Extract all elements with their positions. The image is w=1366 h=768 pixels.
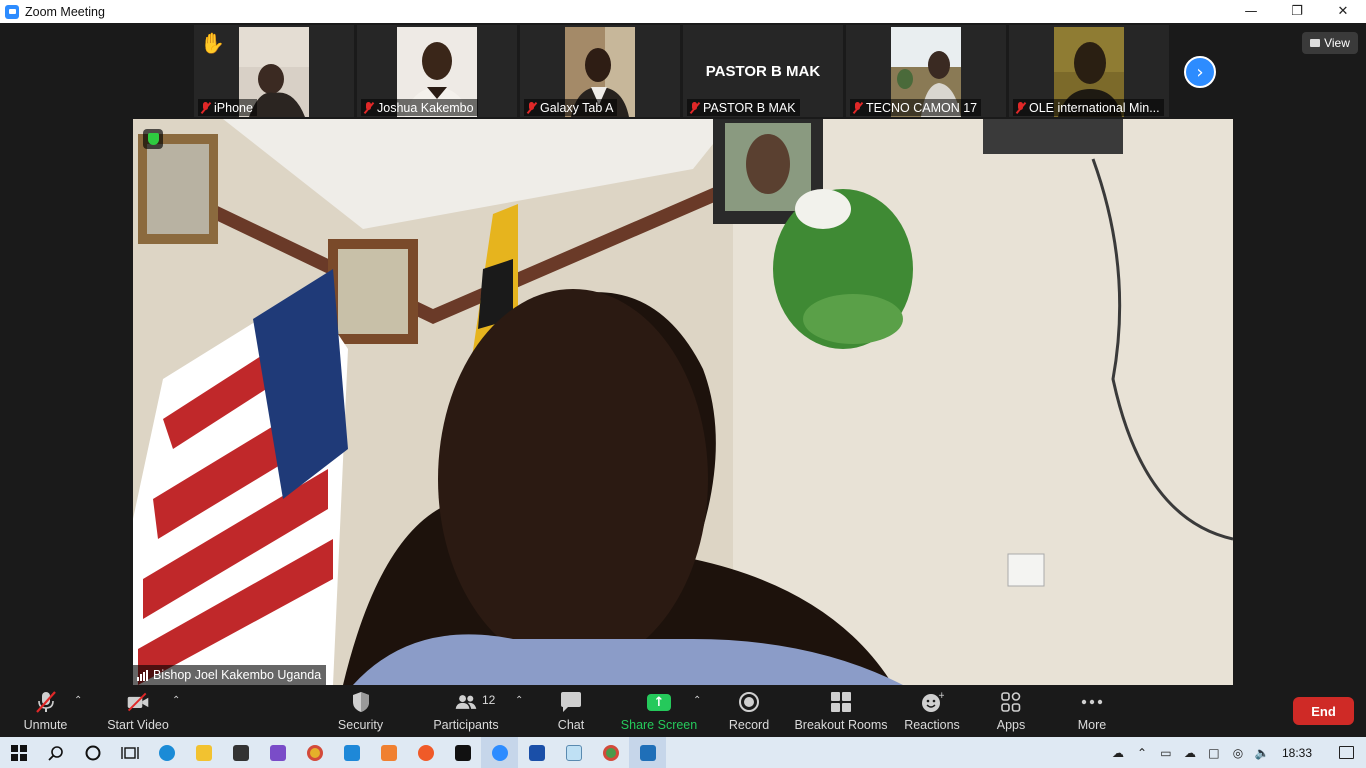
participant-name: Galaxy Tab A xyxy=(540,100,614,115)
mic-muted-icon xyxy=(34,691,58,713)
mic-muted-icon xyxy=(363,101,373,114)
edge-icon[interactable] xyxy=(148,737,185,768)
connection-signal-icon xyxy=(137,669,148,681)
photoshop-icon[interactable] xyxy=(444,737,481,768)
participant-name: TECNO CAMON 17 xyxy=(866,100,978,115)
orange-circle-app-icon[interactable] xyxy=(407,737,444,768)
show-hidden-icons-chevron-icon[interactable]: ⌃ xyxy=(1130,737,1154,768)
video-options-chevron-icon[interactable]: ⌃ xyxy=(172,695,180,706)
store-icon[interactable] xyxy=(222,737,259,768)
clock[interactable]: 18:33 xyxy=(1274,746,1326,760)
participant-tile[interactable]: OLE international Min... xyxy=(1009,25,1169,117)
apps-icon xyxy=(999,691,1023,713)
file-explorer-icon[interactable] xyxy=(185,737,222,768)
mic-muted-icon xyxy=(200,101,210,114)
usb-icon[interactable]: □ xyxy=(1202,737,1226,768)
more-button[interactable]: More xyxy=(1076,687,1108,737)
onedrive-icon[interactable]: ☁ xyxy=(1178,737,1202,768)
raised-hand-icon: ✋ xyxy=(200,31,225,55)
participant-tile[interactable]: TECNO CAMON 17 xyxy=(846,25,1006,117)
meeting-area: ✋ iPhone Joshua Kakembo Galaxy Tab A PAS… xyxy=(0,23,1366,687)
breakout-rooms-button[interactable]: Breakout Rooms xyxy=(794,687,888,737)
participant-display-name: PASTOR B MAK xyxy=(705,63,821,80)
share-options-chevron-icon[interactable]: ⌃ xyxy=(693,695,701,706)
grid-icon xyxy=(1310,39,1321,47)
more-dots-icon xyxy=(1080,691,1104,713)
windows-taskbar: ☁ ⌃ ▭ ☁ □ ◎ 🔈 18:33 xyxy=(0,737,1366,768)
end-meeting-button[interactable]: End xyxy=(1293,697,1354,725)
start-video-button[interactable]: Start Video xyxy=(107,687,169,737)
speaker-name: Bishop Joel Kakembo Uganda xyxy=(153,668,322,682)
chrome-icon[interactable] xyxy=(296,737,333,768)
mic-muted-icon xyxy=(689,101,699,114)
chrome-2-icon[interactable] xyxy=(592,737,629,768)
system-tray: ☁ ⌃ ▭ ☁ □ ◎ 🔈 18:33 xyxy=(1106,737,1366,768)
shield-icon xyxy=(349,691,373,713)
zoom-taskbar-icon[interactable] xyxy=(481,737,518,768)
mic-muted-icon xyxy=(852,101,862,114)
mic-muted-icon xyxy=(526,101,536,114)
next-page-button[interactable]: › xyxy=(1184,56,1216,88)
reactions-button[interactable]: + Reactions xyxy=(904,687,960,737)
zoom-app-icon xyxy=(5,4,19,19)
svg-text:+: + xyxy=(938,691,944,701)
title-bar: Zoom Meeting — ❐ ✕ xyxy=(0,0,1366,23)
participant-tile[interactable]: ✋ iPhone xyxy=(194,25,354,117)
wifi-icon[interactable]: ◎ xyxy=(1226,737,1250,768)
battery-icon[interactable]: ▭ xyxy=(1154,737,1178,768)
close-button[interactable]: ✕ xyxy=(1320,0,1366,23)
blue-app-icon[interactable] xyxy=(518,737,555,768)
restore-button[interactable]: ❐ xyxy=(1274,0,1320,23)
search-icon[interactable] xyxy=(37,737,74,768)
visual-studio-icon[interactable] xyxy=(259,737,296,768)
participant-strip: ✋ iPhone Joshua Kakembo Galaxy Tab A PAS… xyxy=(194,25,1169,117)
notification-center-icon[interactable] xyxy=(1326,746,1366,759)
record-icon xyxy=(737,691,761,713)
chat-button[interactable]: Chat xyxy=(556,687,586,737)
orange-app-icon[interactable] xyxy=(370,737,407,768)
volume-icon[interactable]: 🔈 xyxy=(1250,737,1274,768)
cortana-icon[interactable] xyxy=(74,737,111,768)
breakout-rooms-icon xyxy=(829,691,853,713)
participants-count: 12 xyxy=(482,693,496,707)
participants-icon xyxy=(454,691,478,713)
share-screen-icon: ↑ xyxy=(647,691,671,713)
task-view-icon[interactable] xyxy=(111,737,148,768)
participant-name: PASTOR B MAK xyxy=(703,100,796,115)
weather-icon[interactable]: ☁ xyxy=(1106,737,1130,768)
audio-options-chevron-icon[interactable]: ⌃ xyxy=(74,695,82,706)
windows-start-icon[interactable] xyxy=(0,737,37,768)
participant-name: Joshua Kakembo xyxy=(377,100,474,115)
active-speaker-video[interactable]: Bishop Joel Kakembo Uganda xyxy=(133,119,1233,685)
view-button[interactable]: View xyxy=(1302,32,1358,54)
encryption-shield-icon[interactable] xyxy=(143,129,163,149)
meeting-toolbar: Unmute ⌃ Start Video ⌃ Security Particip… xyxy=(0,687,1366,737)
apps-button[interactable]: Apps xyxy=(996,687,1026,737)
photos-icon[interactable] xyxy=(629,737,666,768)
window-title: Zoom Meeting xyxy=(25,4,105,19)
mic-muted-icon xyxy=(1015,101,1025,114)
share-screen-button[interactable]: ↑ Share Screen xyxy=(621,687,697,737)
participant-tile[interactable]: PASTOR B MAK PASTOR B MAK xyxy=(683,25,843,117)
participant-name: OLE international Min... xyxy=(1029,100,1160,115)
speaker-video-frame xyxy=(133,119,1233,685)
chat-icon xyxy=(559,691,583,713)
reactions-icon: + xyxy=(920,691,944,713)
security-button[interactable]: Security xyxy=(338,687,383,737)
unmute-button[interactable]: Unmute xyxy=(23,687,68,737)
participant-tile[interactable]: Galaxy Tab A xyxy=(520,25,680,117)
record-button[interactable]: Record xyxy=(729,687,769,737)
participant-name: iPhone xyxy=(214,100,253,115)
vscode-icon[interactable] xyxy=(333,737,370,768)
video-off-icon xyxy=(126,691,150,713)
participant-tile[interactable]: Joshua Kakembo xyxy=(357,25,517,117)
notepad-icon[interactable] xyxy=(555,737,592,768)
participants-chevron-icon[interactable]: ⌃ xyxy=(515,695,523,706)
minimize-button[interactable]: — xyxy=(1228,0,1274,23)
